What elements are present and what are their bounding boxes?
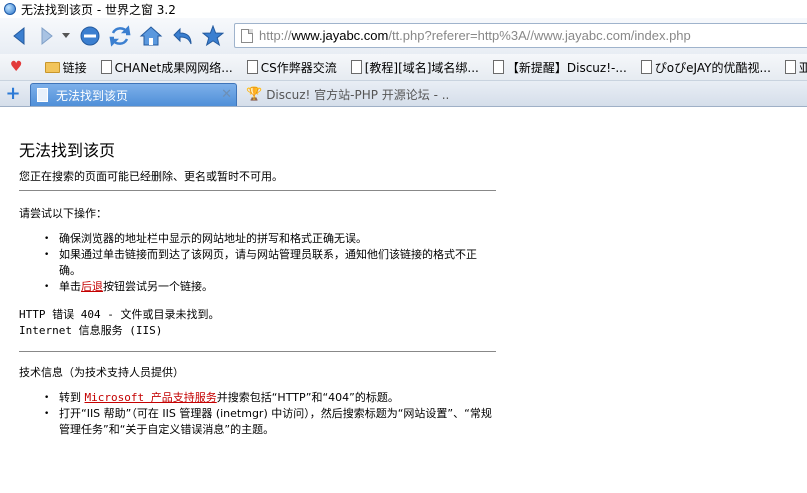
bookmark-item[interactable]: 亚 xyxy=(784,59,807,76)
browser-logo-icon xyxy=(4,3,16,15)
list-item: 确保浏览器的地址栏中显示的网站地址的拼写和格式正确无误。 xyxy=(19,231,496,247)
home-button[interactable] xyxy=(138,21,164,51)
bookmarks-bar: ♥ 链接 CHANet成果网网络... CS作弊器交流 [教程][域名]域名绑.… xyxy=(0,54,807,81)
favorites-button[interactable] xyxy=(200,21,226,51)
tech-heading: 技术信息（为技术支持人员提供） xyxy=(19,366,184,379)
divider xyxy=(19,190,496,191)
refresh-icon xyxy=(109,25,131,47)
page-icon xyxy=(640,60,652,74)
back-arrow-icon xyxy=(13,26,25,46)
stop-button[interactable] xyxy=(77,21,103,51)
tab-active[interactable]: 无法找到该页 ✕ xyxy=(30,83,237,106)
divider xyxy=(19,351,496,352)
back-link[interactable]: 后退 xyxy=(81,280,103,293)
tab-label: Discuz! 官方站-PHP 开源论坛 - ... xyxy=(266,88,450,102)
new-tab-button[interactable]: + xyxy=(4,85,22,103)
page-title: 无法找到该页 xyxy=(19,141,116,160)
page-icon xyxy=(784,60,796,74)
home-icon xyxy=(139,26,163,46)
page-icon xyxy=(100,60,112,74)
try-list: 确保浏览器的地址栏中显示的网站地址的拼写和格式正确无误。 如果通过单击链接而到达… xyxy=(19,231,496,295)
page-icon xyxy=(246,60,258,74)
bookmark-item[interactable]: 【新提醒】Discuz!-... xyxy=(492,59,627,76)
window-title-bar: 无法找到该页 - 世界之窗 3.2 xyxy=(0,0,807,18)
try-heading: 请尝试以下操作： xyxy=(19,207,107,220)
folder-icon xyxy=(44,61,60,73)
undo-arrow-icon xyxy=(173,27,192,45)
navigation-toolbar: http://www.jayabc.com/tt.php?referer=htt… xyxy=(0,18,807,54)
page-subtitle: 您正在搜索的页面可能已经删除、更名或暂时不可用。 xyxy=(19,170,283,183)
forward-button[interactable] xyxy=(33,21,59,51)
chevron-down-icon xyxy=(62,33,70,38)
http-error-line: HTTP 错误 404 - 文件或目录未找到。 xyxy=(19,308,220,321)
page-icon xyxy=(241,28,253,43)
tech-list: 转到 Microsoft 产品支持服务并搜索包括“HTTP”和“404”的标题。… xyxy=(19,390,496,438)
star-icon xyxy=(202,25,224,47)
refresh-button[interactable] xyxy=(107,21,133,51)
address-bar[interactable]: http://www.jayabc.com/tt.php?referer=htt… xyxy=(234,23,807,48)
window-title: 无法找到该页 - 世界之窗 3.2 xyxy=(21,2,176,17)
page-icon xyxy=(350,60,362,74)
url-text[interactable]: http://www.jayabc.com/tt.php?referer=htt… xyxy=(259,28,691,43)
bookmark-item[interactable]: ぴoぴeJAY的优酷视... xyxy=(640,59,771,76)
list-item: 打开“IIS 帮助”（可在 IIS 管理器 (inetmgr) 中访问），然后搜… xyxy=(19,406,496,438)
history-dropdown[interactable] xyxy=(60,21,72,51)
list-item: 如果通过单击链接而到达了该网页，请与网站管理员联系，通知他们该链接的格式不正确。 xyxy=(19,247,496,279)
tab-discuz[interactable]: 🏆 Discuz! 官方站-PHP 开源论坛 - ... xyxy=(240,83,450,106)
list-item: 单击后退按钮尝试另一个链接。 xyxy=(19,279,496,295)
tab-bar: + 无法找到该页 ✕ 🏆 Discuz! 官方站-PHP 开源论坛 - ... xyxy=(0,81,807,107)
close-tab-icon[interactable]: ✕ xyxy=(221,87,232,102)
forward-arrow-icon xyxy=(41,26,53,46)
page-icon xyxy=(492,60,504,74)
tab-label: 无法找到该页 xyxy=(56,88,129,103)
list-item: 转到 Microsoft 产品支持服务并搜索包括“HTTP”和“404”的标题。 xyxy=(19,390,496,406)
bookmark-links-folder[interactable]: 链接 xyxy=(44,59,87,76)
back-button[interactable] xyxy=(7,21,33,51)
undo-close-button[interactable] xyxy=(170,21,196,51)
ms-support-link[interactable]: Microsoft 产品支持服务 xyxy=(85,391,217,404)
bookmark-item[interactable]: [教程][域名]域名绑... xyxy=(350,59,479,76)
favorites-heart-icon[interactable]: ♥ xyxy=(10,59,23,75)
bookmark-item[interactable]: CHANet成果网网络... xyxy=(100,59,233,76)
bookmark-item[interactable]: CS作弊器交流 xyxy=(246,59,337,76)
page-icon xyxy=(37,88,48,102)
site-favicon-icon: 🏆 xyxy=(246,87,263,102)
stop-icon xyxy=(80,26,100,46)
iis-line: Internet 信息服务 (IIS) xyxy=(19,324,163,337)
